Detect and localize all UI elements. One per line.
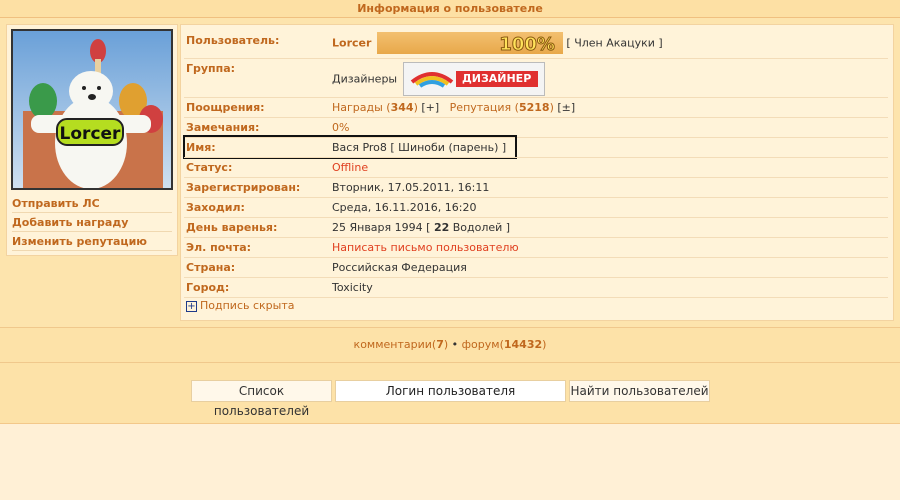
label-warnings: Замечания: — [186, 121, 260, 134]
label-birthday: День варенья: — [186, 221, 278, 234]
comments-count: 7 — [436, 338, 444, 351]
forum-link[interactable]: форум(14432) — [462, 338, 547, 351]
email-link[interactable]: Написать письмо пользователю — [332, 241, 519, 254]
label-country: Страна: — [186, 261, 236, 274]
signature-toggle[interactable]: + Подпись скрыта — [186, 299, 294, 312]
login-search-input[interactable]: Логин пользователя — [335, 380, 566, 402]
value-visited: Среда, 16.11.2016, 16:20 — [332, 201, 477, 214]
username[interactable]: Lorcer — [332, 37, 371, 50]
rainbow-icon — [410, 72, 453, 88]
row-country: Страна: Российская Федерация — [184, 258, 888, 278]
value-rewards: Награды (344) [+] Репутация (5218) [±] — [332, 101, 575, 114]
avatar-caption: Lorcer — [60, 124, 122, 144]
label-visited: Заходил: — [186, 201, 245, 214]
comments-link[interactable]: комментарии(7) — [354, 338, 449, 351]
value-country: Российская Федерация — [332, 261, 467, 274]
user-search-bar: Список пользователей Логин пользователя … — [0, 372, 900, 418]
stats-separator: • — [448, 338, 462, 351]
page-frame: Информация о пользователе Lorcer Отправи… — [0, 0, 900, 424]
group-banner-text: ДИЗАЙНЕР — [455, 71, 538, 87]
user-list-button[interactable]: Список пользователей — [191, 380, 332, 418]
group-banner: ДИЗАЙНЕР — [402, 62, 545, 96]
label-email: Эл. почта: — [186, 241, 252, 254]
label-group: Группа: — [186, 62, 236, 75]
add-award-link[interactable]: Добавить награду — [12, 214, 172, 232]
row-name: Имя: Вася Pro8 [ Шиноби (парень) ] — [184, 138, 888, 158]
signature-toggle-label[interactable]: Подпись скрыта — [200, 299, 294, 312]
awards-count: 344 — [390, 101, 414, 114]
row-registered: Зарегистрирован: Вторник, 17.05.2011, 16… — [184, 178, 888, 198]
value-group: Дизайнеры ДИЗАЙНЕР — [332, 62, 545, 96]
value-warnings[interactable]: 0% — [332, 121, 349, 134]
reputation-count: 5218 — [518, 101, 550, 114]
profile-details: Пользователь: Lorcer 100% [ Член Акацуки… — [180, 24, 894, 321]
value-name: Вася Pro8 [ Шиноби (парень) ] — [332, 141, 507, 154]
forum-count: 14432 — [503, 338, 543, 351]
label-rewards: Поощрения: — [186, 101, 265, 114]
profile-area: Lorcer Отправить ЛС Добавить награду Изм… — [0, 18, 900, 328]
reputation-percent: 100% — [499, 34, 556, 56]
profile-actions: Отправить ЛС Добавить награду Изменить р… — [12, 195, 172, 252]
row-user: Пользователь: Lorcer 100% [ Член Акацуки… — [184, 31, 888, 59]
awards-link[interactable]: Награды (344) — [332, 101, 418, 114]
row-visited: Заходил: Среда, 16.11.2016, 16:20 — [184, 198, 888, 218]
profile-sidebar: Lorcer Отправить ЛС Добавить награду Изм… — [6, 24, 178, 256]
group-name: Дизайнеры — [332, 72, 398, 86]
label-registered: Зарегистрирован: — [186, 181, 301, 194]
value-user: Lorcer 100% [ Член Акацуки ] — [332, 32, 663, 56]
user-rank: [ Член Акацуки ] — [566, 36, 663, 50]
change-reputation-button[interactable]: [±] — [557, 101, 575, 114]
row-city: Город: Toxicity — [184, 278, 888, 298]
add-award-button[interactable]: [+] — [421, 101, 439, 114]
find-users-button[interactable]: Найти пользователей — [569, 380, 710, 402]
label-status: Статус: — [186, 161, 233, 174]
value-city: Toxicity — [332, 281, 373, 294]
row-group: Группа: Дизайнеры ДИЗАЙНЕР — [184, 59, 888, 98]
avatar: Lorcer — [11, 29, 173, 190]
reputation-link[interactable]: Репутация (5218) — [450, 101, 554, 114]
page-title: Информация о пользователе — [0, 0, 900, 18]
label-name: Имя: — [186, 141, 216, 154]
value-registered: Вторник, 17.05.2011, 16:11 — [332, 181, 490, 194]
value-birthday: 25 Января 1994 [ 22 Водолей ] — [332, 221, 511, 234]
send-pm-link[interactable]: Отправить ЛС — [12, 195, 172, 213]
user-stats-bar: комментарии(7) • форум(14432) — [0, 328, 900, 363]
avatar-image: Lorcer — [13, 31, 171, 188]
expand-plus-icon[interactable]: + — [186, 300, 197, 312]
change-reputation-link[interactable]: Изменить репутацию — [12, 233, 172, 251]
birthday-age: 22 — [433, 221, 450, 234]
label-user: Пользователь: — [186, 34, 280, 47]
row-rewards: Поощрения: Награды (344) [+] Репутация (… — [184, 98, 888, 118]
row-email: Эл. почта: Написать письмо пользователю — [184, 238, 888, 258]
status-badge: Offline — [332, 161, 369, 174]
reputation-bar: 100% — [376, 32, 563, 56]
row-birthday: День варенья: 25 Января 1994 [ 22 Водоле… — [184, 218, 888, 238]
label-city: Город: — [186, 281, 230, 294]
row-status: Статус: Offline — [184, 158, 888, 178]
